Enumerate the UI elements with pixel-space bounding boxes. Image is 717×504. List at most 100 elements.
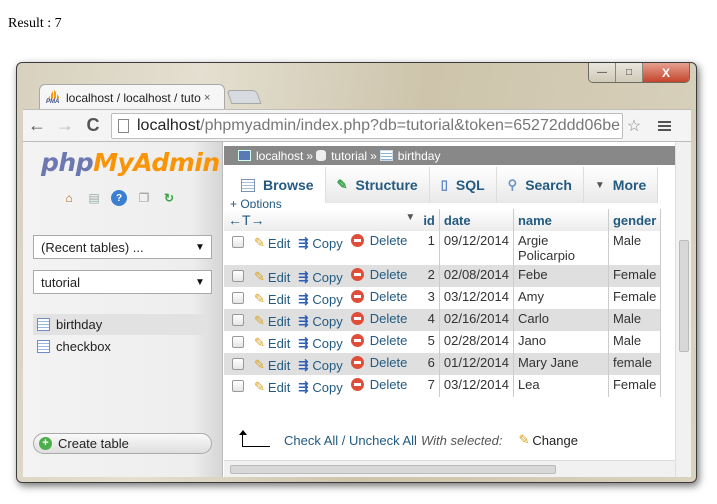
cell-date[interactable]: 02/28/2014	[439, 331, 514, 353]
tab-search[interactable]: ⚲ Search	[496, 167, 584, 203]
cell-date[interactable]: 09/12/2014	[439, 231, 514, 265]
browser-tab[interactable]: PMA localhost / localhost / tuto ×	[39, 84, 225, 110]
edit-link[interactable]: ✎ Edit	[254, 235, 290, 251]
cell-name[interactable]: Jano	[513, 331, 609, 353]
breadcrumb-server[interactable]: localhost	[256, 149, 303, 163]
edit-link[interactable]: ✎ Edit	[254, 357, 290, 373]
delete-link[interactable]: Delete	[350, 289, 407, 304]
delete-link[interactable]: Delete	[350, 355, 407, 370]
documentation-icon[interactable]: ❐	[136, 190, 152, 206]
new-tab-button[interactable]	[226, 90, 262, 104]
row-checkbox[interactable]	[232, 270, 244, 282]
sidebar-table-checkbox[interactable]: checkbox	[33, 336, 205, 357]
breadcrumb-table[interactable]: birthday	[398, 149, 441, 163]
column-header-gender[interactable]: gender	[608, 209, 662, 231]
cell-date[interactable]: 02/08/2014	[439, 265, 514, 287]
home-icon[interactable]: ⌂	[61, 190, 77, 206]
maximize-button[interactable]: □	[616, 63, 643, 82]
cell-gender[interactable]: Male	[608, 331, 662, 353]
copy-link[interactable]: ⇶ Copy	[298, 314, 342, 329]
vertical-scrollbar[interactable]	[675, 142, 691, 477]
options-link[interactable]: + Options	[230, 198, 282, 208]
cell-id[interactable]: 4	[419, 309, 440, 331]
horizontal-scrollbar[interactable]	[224, 460, 675, 477]
change-button[interactable]: ✎ Change	[518, 432, 577, 448]
phpmyadmin-logo[interactable]: phpMyAdmin	[41, 148, 220, 177]
cell-id[interactable]: 1	[419, 231, 440, 265]
address-bar[interactable]: localhost/phpmyadmin/index.php?db=tutori…	[111, 112, 623, 139]
copy-link[interactable]: ⇶ Copy	[298, 236, 342, 251]
vertical-scroll-thumb[interactable]	[679, 240, 689, 352]
cell-gender[interactable]: Female	[608, 265, 662, 287]
column-header-name[interactable]: name	[513, 209, 609, 231]
chrome-menu-button[interactable]	[649, 120, 679, 131]
help-icon[interactable]: ?	[111, 190, 127, 206]
close-window-button[interactable]: X	[643, 63, 689, 82]
cell-id[interactable]: 3	[419, 287, 440, 309]
edit-link[interactable]: ✎ Edit	[254, 379, 290, 395]
horizontal-scroll-thumb[interactable]	[230, 465, 556, 474]
cell-date[interactable]: 03/12/2014	[439, 287, 514, 309]
row-checkbox[interactable]	[232, 358, 244, 370]
cell-id[interactable]: 5	[419, 331, 440, 353]
column-header-date[interactable]: date	[439, 209, 514, 231]
copy-link[interactable]: ⇶ Copy	[298, 380, 342, 395]
cell-gender[interactable]: Male	[608, 231, 662, 265]
cell-name[interactable]: Lea	[513, 375, 609, 397]
minimize-button[interactable]: —	[589, 63, 616, 82]
column-resize-header[interactable]: ←T→ ▼	[224, 209, 420, 231]
delete-link[interactable]: Delete	[350, 311, 407, 326]
breadcrumb-database[interactable]: tutorial	[331, 149, 367, 163]
cell-date[interactable]: 03/12/2014	[439, 375, 514, 397]
delete-link[interactable]: Delete	[350, 333, 407, 348]
cell-date[interactable]: 01/12/2014	[439, 353, 514, 375]
tab-more[interactable]: ▼ More	[583, 167, 659, 203]
minimize-icon: —	[597, 67, 607, 78]
check-all-link[interactable]: Check All / Uncheck All	[284, 433, 417, 448]
cell-name[interactable]: Carlo	[513, 309, 609, 331]
sidebar-table-birthday[interactable]: birthday	[33, 314, 205, 335]
cell-gender[interactable]: female	[608, 353, 662, 375]
delete-link[interactable]: Delete	[350, 377, 407, 392]
copy-link[interactable]: ⇶ Copy	[298, 358, 342, 373]
copy-link[interactable]: ⇶ Copy	[298, 270, 342, 285]
row-checkbox[interactable]	[232, 314, 244, 326]
cell-gender[interactable]: Female	[608, 287, 662, 309]
cell-gender[interactable]: Male	[608, 309, 662, 331]
cell-id[interactable]: 7	[419, 375, 440, 397]
database-icon[interactable]: ▤	[86, 190, 102, 206]
cell-name[interactable]: Amy	[513, 287, 609, 309]
delete-link[interactable]: Delete	[350, 267, 407, 282]
row-actions: ✎ Edit ⇶ Copy Delete	[224, 265, 420, 287]
edit-link[interactable]: ✎ Edit	[254, 291, 290, 307]
cell-id[interactable]: 2	[419, 265, 440, 287]
create-table-button[interactable]: + Create table	[33, 433, 212, 454]
row-checkbox[interactable]	[232, 380, 244, 392]
edit-link[interactable]: ✎ Edit	[254, 313, 290, 329]
edit-link[interactable]: ✎ Edit	[254, 269, 290, 285]
reload-icon[interactable]: ↻	[161, 190, 177, 206]
copy-link[interactable]: ⇶ Copy	[298, 292, 342, 307]
edit-link[interactable]: ✎ Edit	[254, 335, 290, 351]
tab-close-icon[interactable]: ×	[204, 92, 218, 104]
cell-name[interactable]: Argie Policarpio	[513, 231, 609, 265]
tab-structure[interactable]: ✎ Structure	[325, 167, 430, 203]
tab-sql[interactable]: ▯ SQL	[429, 167, 497, 203]
recent-tables-select[interactable]: (Recent tables) ... ▼	[33, 235, 212, 259]
cell-gender[interactable]: Female	[608, 375, 662, 397]
row-checkbox[interactable]	[232, 292, 244, 304]
bookmark-star-icon[interactable]: ☆	[623, 116, 645, 136]
row-checkbox[interactable]	[232, 236, 244, 248]
copy-link[interactable]: ⇶ Copy	[298, 336, 342, 351]
delete-link[interactable]: Delete	[350, 233, 407, 248]
column-header-id[interactable]: id	[419, 209, 440, 231]
forward-button[interactable]: →	[51, 115, 79, 136]
cell-name[interactable]: Febe	[513, 265, 609, 287]
database-select[interactable]: tutorial ▼	[33, 270, 212, 294]
cell-id[interactable]: 6	[419, 353, 440, 375]
row-checkbox[interactable]	[232, 336, 244, 348]
back-button[interactable]: ←	[23, 115, 51, 136]
cell-date[interactable]: 02/16/2014	[439, 309, 514, 331]
cell-name[interactable]: Mary Jane	[513, 353, 609, 375]
reload-button[interactable]: C	[79, 115, 107, 136]
